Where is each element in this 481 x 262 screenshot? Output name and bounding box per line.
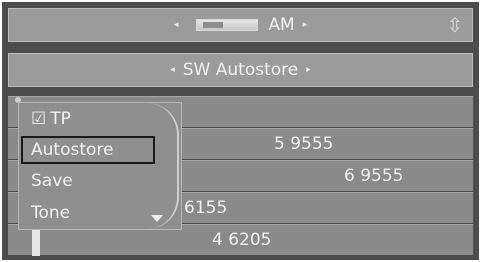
mode-prev-arrow-icon[interactable]: ◂ bbox=[170, 65, 175, 75]
menu-item-save[interactable]: Save bbox=[21, 167, 155, 195]
menu-item-tone[interactable]: Tone bbox=[21, 199, 155, 227]
options-menu: ☑ TP Autostore Save Tone bbox=[18, 102, 182, 230]
menu-item-label: Tone bbox=[31, 203, 71, 223]
menu-item-autostore[interactable]: Autostore bbox=[21, 136, 155, 164]
scroll-down-arrow-icon[interactable] bbox=[151, 215, 163, 222]
radio-screen: ◂ AM ▸ ⇳ ◂ SW Autostore ▸ 5 9555 6 9555 … bbox=[2, 2, 479, 260]
band-label: AM bbox=[268, 15, 295, 35]
scroll-indicator[interactable] bbox=[32, 230, 40, 256]
band-prev-arrow-icon[interactable]: ◂ bbox=[174, 20, 179, 30]
menu-item-label: Autostore bbox=[31, 140, 114, 160]
mode-title: SW Autostore bbox=[182, 60, 299, 80]
navigation-icon[interactable]: ⇳ bbox=[444, 14, 466, 36]
station-frequency: 6155 bbox=[184, 198, 228, 218]
menu-item-label: TP bbox=[50, 109, 71, 129]
mode-next-arrow-icon[interactable]: ▸ bbox=[306, 65, 311, 75]
checkbox-checked-icon[interactable]: ☑ bbox=[31, 109, 46, 129]
station-frequency: 4 6205 bbox=[212, 230, 272, 250]
frequency-scale-icon bbox=[196, 19, 259, 31]
station-frequency: 6 9555 bbox=[344, 166, 404, 186]
band-bar[interactable]: ◂ AM ▸ ⇳ bbox=[8, 8, 473, 42]
menu-item-tp[interactable]: ☑ TP bbox=[21, 105, 155, 133]
mode-bar[interactable]: ◂ SW Autostore ▸ bbox=[8, 53, 473, 87]
menu-item-label: Save bbox=[31, 171, 73, 191]
band-next-arrow-icon[interactable]: ▸ bbox=[303, 20, 308, 30]
station-frequency: 5 9555 bbox=[274, 134, 334, 154]
